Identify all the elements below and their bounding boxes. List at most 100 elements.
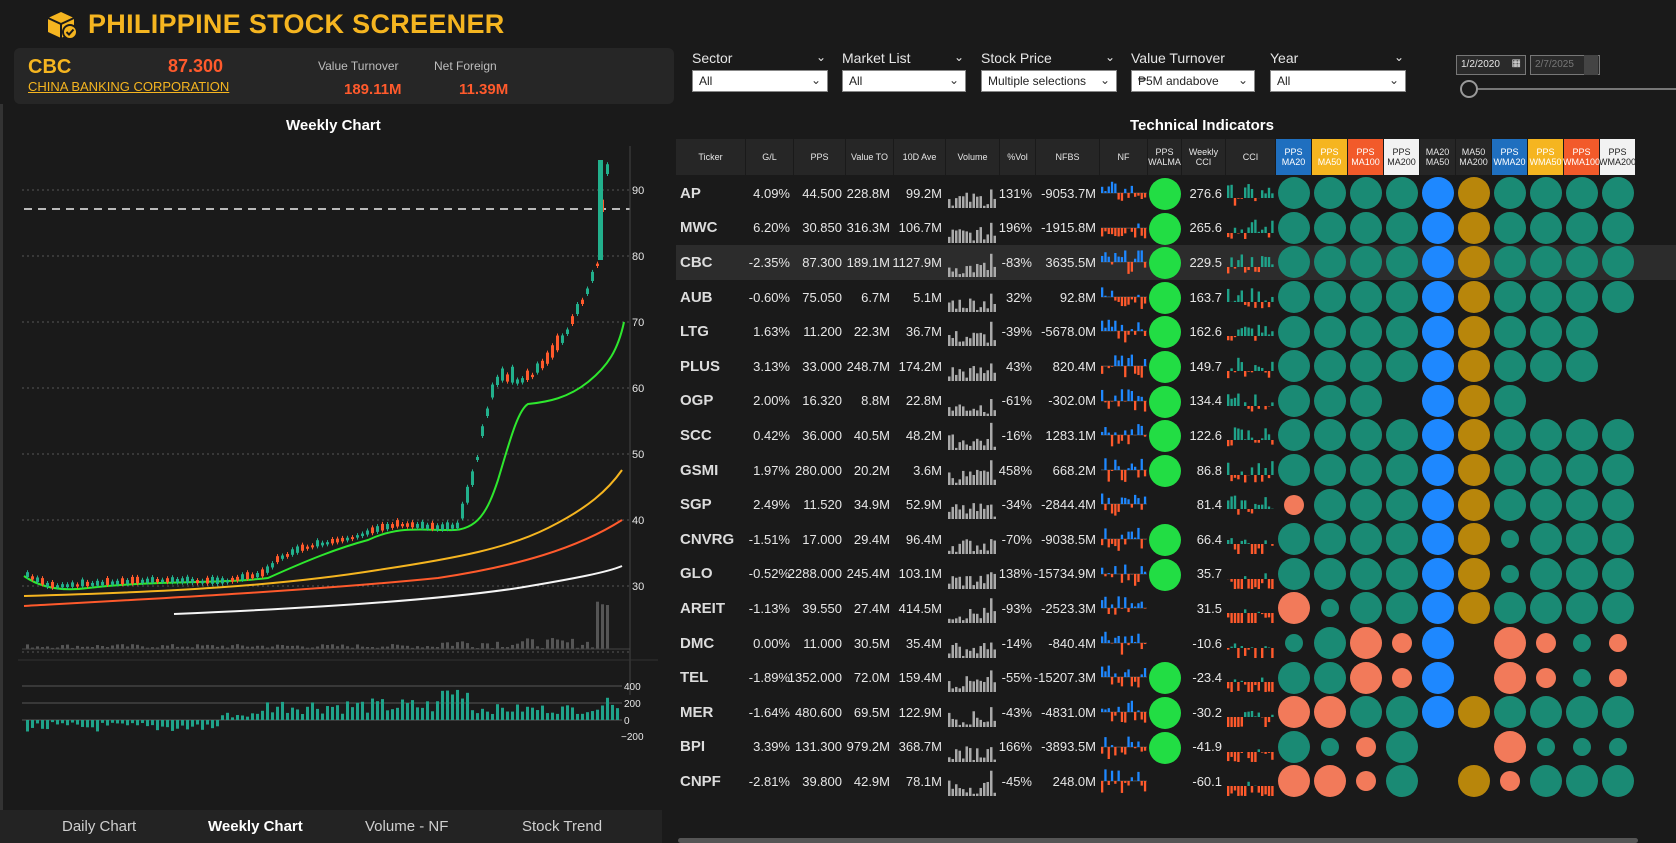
date-slider-handle[interactable] (1460, 80, 1478, 98)
column-header[interactable]: PPS (794, 139, 846, 175)
column-header[interactable]: MA20 MA50 (1420, 139, 1456, 175)
column-header[interactable]: Volume (946, 139, 1000, 175)
tab-volume-nf[interactable]: Volume - NF (365, 818, 448, 835)
candle-body (231, 577, 234, 582)
value-cell: -1915.8M (1041, 220, 1096, 236)
cci-sparkline (1227, 184, 1274, 206)
table-row[interactable]: CNPF -2.81% 39.800 42.9M 78.1M -45% 248.0M -60.… (676, 764, 1676, 799)
sparkline-bar (1124, 250, 1127, 263)
chevron-down-icon[interactable]: ⌄ (1105, 50, 1115, 64)
candle-body (436, 525, 439, 530)
column-header[interactable]: PPS MA100 (1348, 139, 1384, 175)
column-header[interactable]: PPS WMA100 (1563, 139, 1600, 175)
end-date-calendar-button[interactable] (1584, 55, 1598, 75)
sparkline-bar (1130, 603, 1133, 609)
sparkline-bar (1114, 395, 1117, 401)
table-row[interactable]: GSMI 1.97% 280.000 20.2M 3.6M 458% 668.2M 86.8 (676, 453, 1676, 488)
column-header[interactable]: Value TO (846, 139, 894, 175)
column-header[interactable]: Weekly CCI (1182, 139, 1226, 175)
sparkline-bar (1117, 504, 1120, 513)
tab-daily-chart[interactable]: Daily Chart (62, 818, 136, 835)
sparkline-bar (1254, 267, 1257, 272)
table-row[interactable]: MER -1.64% 480.600 69.5M 122.9M -43% -4831.0M -… (676, 695, 1676, 730)
volume-bar (61, 645, 64, 649)
chevron-down-icon[interactable]: ⌄ (1394, 50, 1404, 64)
table-row[interactable]: SGP 2.49% 11.520 34.9M 52.9M -34% -2844.4M 81.4 (676, 487, 1676, 522)
table-row[interactable]: CBC -2.35% 87.300 189.1M 1127.9M -83% 3635.5M 2… (676, 245, 1676, 280)
nf-bar (586, 712, 589, 720)
value-cell: 166% (998, 739, 1032, 755)
sparkline-bar (1244, 267, 1247, 273)
stock-price-dropdown[interactable]: Multiple selections ⌄ (981, 70, 1117, 92)
table-row[interactable]: PLUS 3.13% 33.000 248.7M 174.2M 43% 820.4M 149.… (676, 349, 1676, 384)
sparkline-bar (990, 398, 993, 416)
value-turnover-dropdown[interactable]: ₱5M andabove ⌄ (1131, 70, 1255, 92)
column-header[interactable]: 10D Ave (894, 139, 946, 175)
nf-bar (606, 697, 609, 720)
sector-dropdown[interactable]: All ⌄ (692, 70, 828, 92)
start-date-input[interactable]: 1/2/2020 ▦ (1456, 55, 1526, 75)
sparkline-bar (1247, 682, 1250, 693)
nf-bar (446, 690, 449, 720)
candle-body (316, 540, 319, 547)
sparkline-bar (979, 719, 982, 727)
table-row[interactable]: BPI 3.39% 131.300 979.2M 368.7M 166% -3893.5M -… (676, 730, 1676, 765)
column-header[interactable]: %Vol (1000, 139, 1036, 175)
column-header[interactable]: Ticker (676, 139, 746, 175)
market-list-dropdown[interactable]: All ⌄ (842, 70, 966, 92)
tab-weekly-chart[interactable]: Weekly Chart (208, 818, 303, 835)
table-row[interactable]: OGP 2.00% 16.320 8.8M 22.8M -61% -302.0M 134.4 (676, 384, 1676, 419)
sparkline-bar (965, 539, 968, 554)
column-header[interactable]: NFBS (1036, 139, 1100, 175)
table-row[interactable]: AP 4.09% 44.500 228.8M 99.2M 131% -9053.7M 276.… (676, 176, 1676, 211)
table-row[interactable]: AUB -0.60% 75.050 6.7M 5.1M 32% 92.8M 163.7 (676, 280, 1676, 315)
column-header[interactable]: PPS WALMA (1148, 139, 1182, 175)
value-cell: 229.5 (1189, 254, 1222, 270)
sparkline-bar (1114, 253, 1117, 263)
sparkline-bar (1254, 219, 1257, 233)
sparkline-bar (1227, 647, 1230, 650)
sparkline-bar (1233, 751, 1237, 761)
column-header[interactable]: PPS MA50 (1312, 139, 1348, 175)
nf-bar (161, 720, 164, 727)
sparkline-bar (1104, 295, 1107, 297)
column-header[interactable]: CCI (1226, 139, 1276, 175)
value-cell: 5.1M (913, 289, 942, 305)
sparkline-bar (993, 446, 996, 451)
column-header[interactable]: PPS MA200 (1384, 139, 1420, 175)
sparkline-bar (986, 505, 989, 520)
sparkline-bar (986, 471, 989, 485)
sparkline-bar (979, 618, 982, 624)
chevron-down-icon[interactable]: ⌄ (954, 50, 964, 64)
calendar-icon[interactable]: ▦ (1512, 58, 1521, 69)
column-header[interactable]: PPS WMA50 (1528, 139, 1564, 175)
tab-stock-trend[interactable]: Stock Trend (522, 818, 602, 835)
column-header[interactable]: PPS WMA20 (1492, 139, 1528, 175)
table-row[interactable]: DMC 0.00% 11.000 30.5M 35.4M -14% -840.4M -10.6 (676, 626, 1676, 661)
company-name-link[interactable]: CHINA BANKING CORPORATION (28, 79, 229, 94)
weekly-chart[interactable]: 90 80 70 60 50 40 30 400 200 0 −200 (18, 140, 658, 800)
sparkline-bar (1107, 186, 1110, 193)
year-dropdown[interactable]: All ⌄ (1270, 70, 1406, 92)
column-header[interactable]: G/L (746, 139, 794, 175)
walma-indicator (1149, 697, 1181, 729)
column-header[interactable]: PPS MA20 (1276, 139, 1312, 175)
horizontal-scrollbar[interactable] (678, 838, 1638, 843)
column-header[interactable]: MA50 MA200 (1456, 139, 1492, 175)
table-row[interactable]: LTG 1.63% 11.200 22.3M 36.7M -39% -5678.0M 162.… (676, 314, 1676, 349)
column-header[interactable]: PPS WMA200 (1599, 139, 1636, 175)
nf-sparkline (1101, 250, 1147, 275)
column-header[interactable]: NF (1100, 139, 1148, 175)
table-row[interactable]: SCC 0.42% 36.000 40.5M 48.2M -16% 1283.1M 122.6 (676, 418, 1676, 453)
value-cell: 99.2M (905, 185, 942, 201)
table-row[interactable]: TEL -1.89% 1352.000 72.0M 159.4M -55% -15207.3… (676, 660, 1676, 695)
chevron-down-icon[interactable]: ⌄ (816, 50, 826, 64)
table-row[interactable]: CNVRG -1.51% 17.000 29.4M 96.4M -70% -9038.5M 6… (676, 522, 1676, 557)
sparkline-bar (1137, 633, 1140, 643)
table-row[interactable]: MWC 6.20% 30.850 316.3M 106.7M 196% -1915.8M 26… (676, 211, 1676, 246)
sparkline-bar (1104, 328, 1107, 332)
sparkline-bar (965, 337, 968, 347)
table-row[interactable]: GLO -0.52% 2288.000 245.4M 103.1M 138% -15734.… (676, 557, 1676, 592)
table-row[interactable]: AREIT -1.13% 39.550 27.4M 414.5M -93% -2523.3M… (676, 591, 1676, 626)
date-slider-track[interactable] (1472, 88, 1676, 90)
